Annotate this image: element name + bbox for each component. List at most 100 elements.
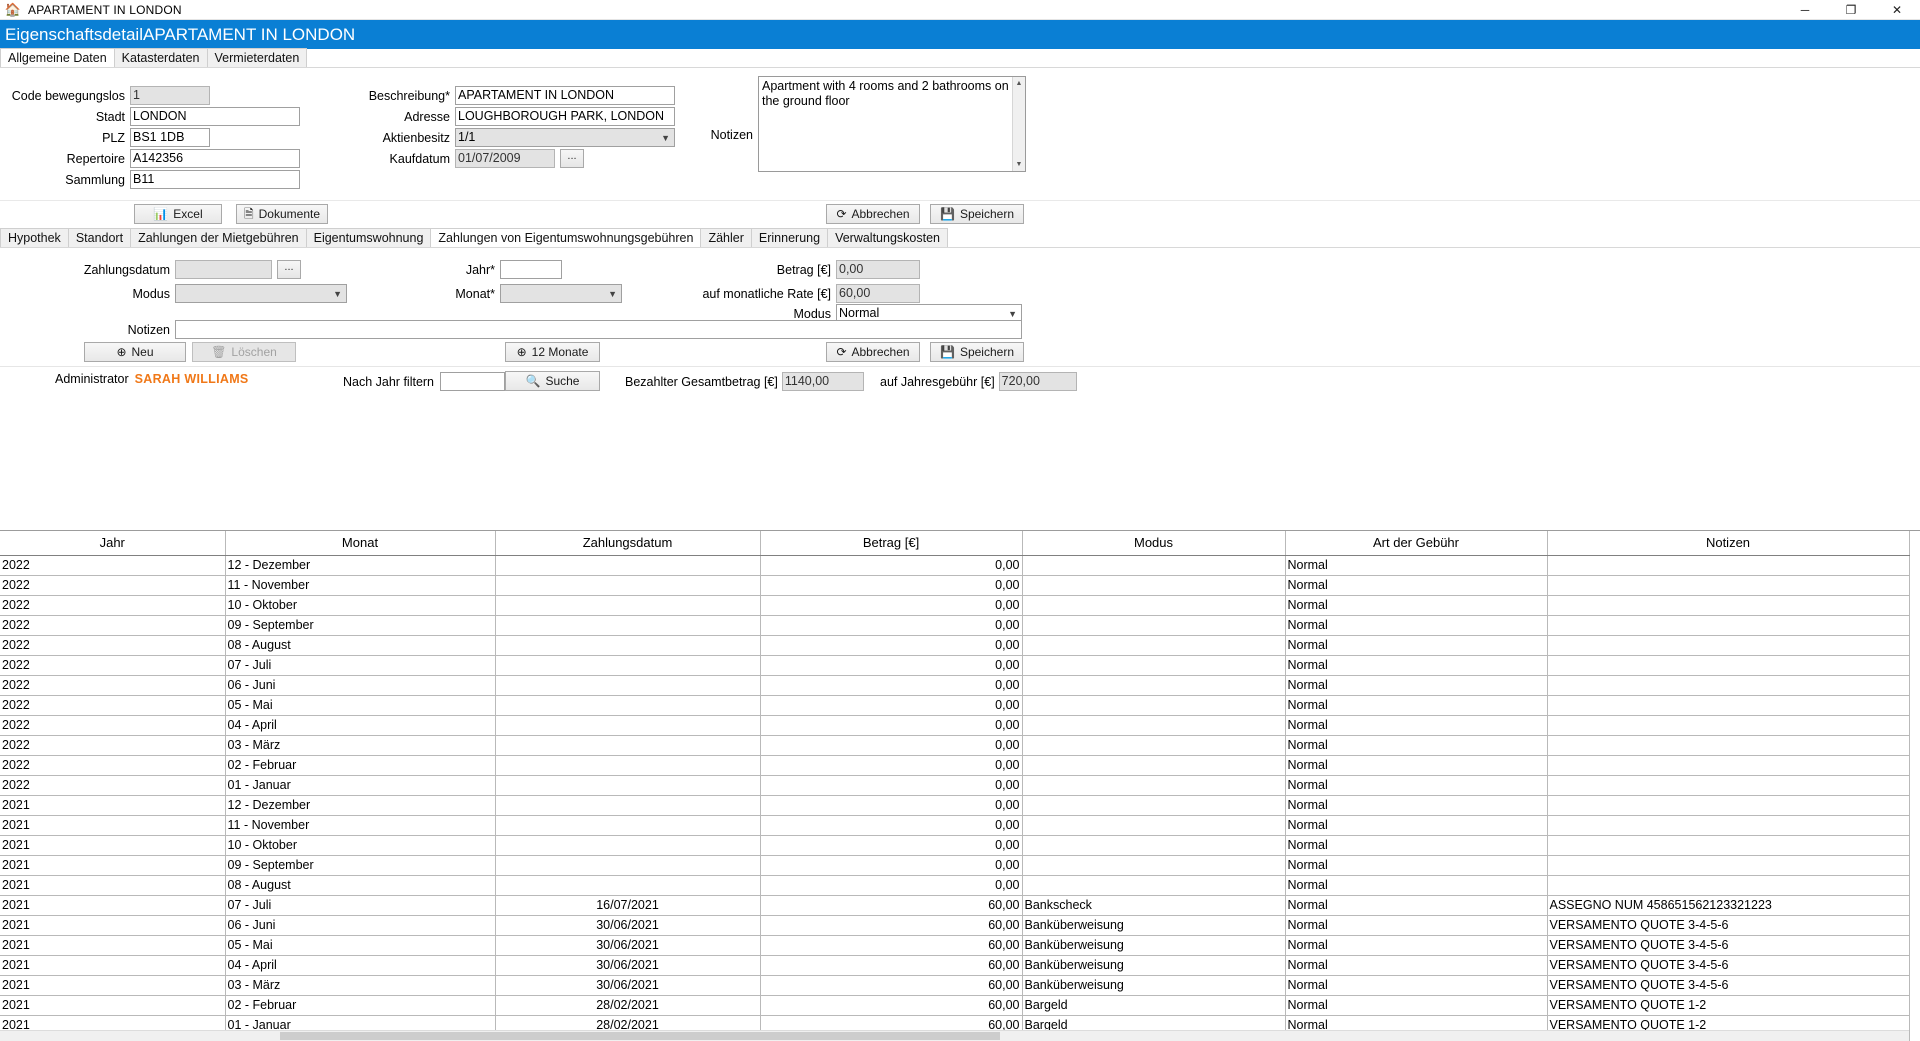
table-row[interactable]: 2022 04 - April 0,00 Normal xyxy=(0,715,1910,736)
table-row[interactable]: 2021 05 - Mai 30/06/2021 60,00 Banküberweisu… xyxy=(0,935,1910,956)
repertoire-input[interactable]: A142356 xyxy=(130,149,300,168)
address-input[interactable]: LOUGHBOROUGH PARK, LONDON xyxy=(455,107,675,126)
table-row[interactable]: 2021 02 - Februar 28/02/2021 60,00 Bargeld No… xyxy=(0,995,1910,1016)
cell-notizen: ASSEGNO NUM 458651562123321223 xyxy=(1547,895,1910,916)
tab-katasterdaten[interactable]: Katasterdaten xyxy=(113,48,208,67)
cell-jahr: 2022 xyxy=(0,615,226,636)
twelve-months-button[interactable]: ⊕ 12 Monate xyxy=(505,342,600,362)
tab-vermieterdaten[interactable]: Vermieterdaten xyxy=(206,48,308,67)
table-row[interactable]: 2022 06 - Juni 0,00 Normal xyxy=(0,675,1910,696)
mode-right-label: Modus xyxy=(793,306,831,321)
table-row[interactable]: 2021 03 - März 30/06/2021 60,00 Banküberweis… xyxy=(0,975,1910,996)
mode-left-select[interactable]: ▼ xyxy=(175,284,347,303)
cell-jahr: 2022 xyxy=(0,555,226,576)
scroll-up-icon[interactable]: ▲ xyxy=(1013,77,1025,90)
table-row[interactable]: 2021 10 - Oktober 0,00 Normal xyxy=(0,835,1910,856)
cell-jahr: 2022 xyxy=(0,635,226,656)
col-monat[interactable]: Monat xyxy=(225,531,496,556)
purchase-date-input[interactable]: 01/07/2009 xyxy=(455,149,555,168)
cell-monat: 09 - September xyxy=(225,855,496,876)
notes-textarea[interactable]: Apartment with 4 rooms and 2 bathrooms o… xyxy=(758,76,1026,172)
scroll-down-icon[interactable]: ▼ xyxy=(1013,158,1025,171)
tab-allgemeine-daten[interactable]: Allgemeine Daten xyxy=(0,48,115,67)
cell-modus xyxy=(1022,595,1286,616)
horizontal-scroll-thumb[interactable] xyxy=(280,1032,1000,1040)
amount-label: Betrag [€] xyxy=(776,262,831,277)
cancel-general-button[interactable]: ⟳ Abbrechen xyxy=(826,204,920,224)
table-row[interactable]: 2021 04 - April 30/06/2021 60,00 Banküberwei… xyxy=(0,955,1910,976)
table-row[interactable]: 2022 07 - Juli 0,00 Normal xyxy=(0,655,1910,676)
zip-input[interactable]: BS1 1DB xyxy=(130,128,210,147)
cell-notizen xyxy=(1547,595,1910,616)
table-row[interactable]: 2022 11 - November 0,00 Normal xyxy=(0,575,1910,596)
cell-jahr: 2022 xyxy=(0,655,226,676)
search-button[interactable]: 🔍 Suche xyxy=(505,371,600,391)
save-general-button[interactable]: 💾 Speichern xyxy=(930,204,1024,224)
collection-input[interactable]: B11 xyxy=(130,170,300,189)
tab-zahlungen-mietgebuehren[interactable]: Zahlungen der Mietgebühren xyxy=(130,228,307,247)
cell-monat: 11 - November xyxy=(225,815,496,836)
share-select[interactable]: 1/1 ▼ xyxy=(455,128,675,147)
table-row[interactable]: 2022 03 - März 0,00 Normal xyxy=(0,735,1910,756)
table-row[interactable]: 2022 08 - August 0,00 Normal xyxy=(0,635,1910,656)
table-row[interactable]: 2021 06 - Juni 30/06/2021 60,00 Banküberweis… xyxy=(0,915,1910,936)
col-jahr[interactable]: Jahr xyxy=(0,531,226,556)
payment-date-picker-button[interactable]: ... xyxy=(277,260,301,279)
cell-notizen: VERSAMENTO QUOTE 3-4-5-6 xyxy=(1547,955,1910,976)
cancel-payment-button[interactable]: ⟳ Abbrechen xyxy=(826,342,920,362)
table-row[interactable]: 2022 10 - Oktober 0,00 Normal xyxy=(0,595,1910,616)
col-art-der-gebuehr[interactable]: Art der Gebühr xyxy=(1285,531,1548,556)
tab-erinnerung[interactable]: Erinnerung xyxy=(750,228,829,247)
cell-modus xyxy=(1022,555,1286,576)
close-button[interactable]: ✕ xyxy=(1874,0,1920,20)
purchase-date-picker-button[interactable]: ... xyxy=(560,149,584,168)
table-row[interactable]: 2021 08 - August 0,00 Normal xyxy=(0,875,1910,896)
table-row[interactable]: 2022 05 - Mai 0,00 Normal xyxy=(0,695,1910,716)
tab-zahlungen-eigentumswohnungsgebuehren[interactable]: Zahlungen von Eigentumswohnungsgebühren xyxy=(430,228,702,247)
tab-standort[interactable]: Standort xyxy=(67,228,132,247)
payment-notes-input[interactable] xyxy=(175,320,1022,339)
documents-button[interactable]: 🗎 Dokumente xyxy=(236,204,328,224)
save-payment-button[interactable]: 💾 Speichern xyxy=(930,342,1024,362)
cell-jahr: 2022 xyxy=(0,595,226,616)
col-modus[interactable]: Modus xyxy=(1022,531,1286,556)
tab-eigentumswohnung[interactable]: Eigentumswohnung xyxy=(305,228,432,247)
year-input[interactable] xyxy=(500,260,562,279)
field-mode-left: Modus ▼ xyxy=(0,284,347,303)
cell-zahlungsdatum xyxy=(495,595,761,616)
col-notizen[interactable]: Notizen xyxy=(1547,531,1910,556)
table-row[interactable]: 2021 12 - Dezember 0,00 Normal xyxy=(0,795,1910,816)
cell-art-der-geb-hr: Normal xyxy=(1285,955,1548,976)
table-row[interactable]: 2022 01 - Januar 0,00 Normal xyxy=(0,775,1910,796)
excel-button[interactable]: 📊 Excel xyxy=(134,204,222,224)
code-input[interactable]: 1 xyxy=(130,86,210,105)
cell-art-der-geb-hr: Normal xyxy=(1285,715,1548,736)
tab-hypothek[interactable]: Hypothek xyxy=(0,228,69,247)
description-input[interactable]: APARTAMENT IN LONDON xyxy=(455,86,675,105)
delete-payment-button[interactable]: 🗑 Löschen xyxy=(192,342,296,362)
table-row[interactable]: 2021 09 - September 0,00 Normal xyxy=(0,855,1910,876)
monthly-rate-input[interactable]: 60,00 xyxy=(836,284,920,303)
new-payment-button[interactable]: ⊕ Neu xyxy=(84,342,186,362)
col-betrag[interactable]: Betrag [€] xyxy=(760,531,1023,556)
table-row[interactable]: 2021 07 - Juli 16/07/2021 60,00 Bankscheck No… xyxy=(0,895,1910,916)
table-horizontal-scrollbar[interactable] xyxy=(0,1030,1909,1041)
table-row[interactable]: 2022 12 - Dezember 0,00 Normal xyxy=(0,555,1910,576)
table-row[interactable]: 2022 09 - September 0,00 Normal xyxy=(0,615,1910,636)
administrator-value: SARAH WILLIAMS xyxy=(134,372,249,386)
tab-zaehler[interactable]: Zähler xyxy=(700,228,752,247)
tab-verwaltungskosten[interactable]: Verwaltungskosten xyxy=(827,228,948,247)
month-label: Monat* xyxy=(455,286,495,301)
maximize-button[interactable]: ❐ xyxy=(1828,0,1874,20)
cell-notizen xyxy=(1547,635,1910,656)
col-zahlungsdatum[interactable]: Zahlungsdatum xyxy=(495,531,761,556)
table-row[interactable]: 2022 02 - Februar 0,00 Normal xyxy=(0,755,1910,776)
payment-date-input[interactable] xyxy=(175,260,272,279)
table-row[interactable]: 2021 11 - November 0,00 Normal xyxy=(0,815,1910,836)
minimize-button[interactable]: ─ xyxy=(1782,0,1828,20)
year-filter-input[interactable] xyxy=(440,372,506,391)
notes-scrollbar[interactable]: ▲ ▼ xyxy=(1012,77,1025,171)
amount-input[interactable]: 0,00 xyxy=(836,260,920,279)
cell-art-der-geb-hr: Normal xyxy=(1285,615,1548,636)
city-input[interactable]: LONDON xyxy=(130,107,300,126)
